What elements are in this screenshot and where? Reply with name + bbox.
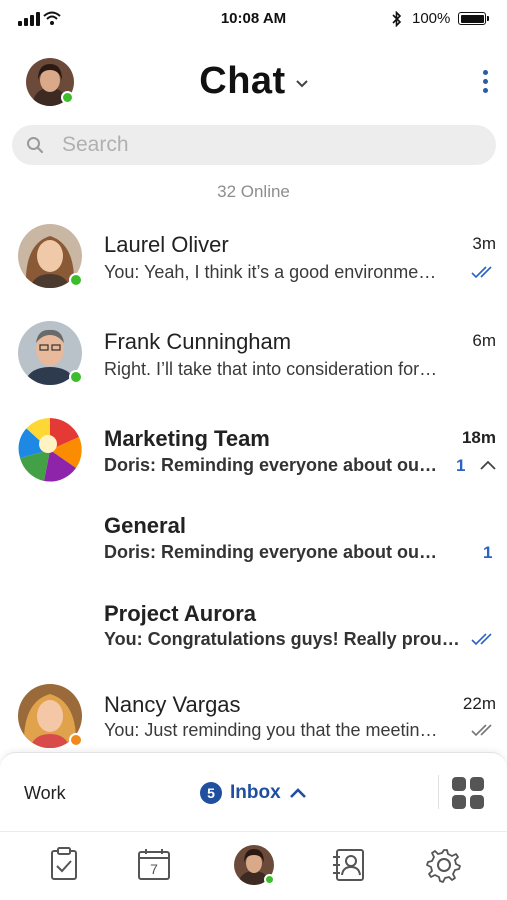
avatar — [18, 321, 83, 385]
chat-time: 3m — [472, 234, 496, 253]
chat-time: 18m — [461, 428, 496, 447]
presence-online — [69, 273, 83, 287]
unread-count: 1 — [456, 456, 466, 475]
bottom-panel: Work 5 Inbox 7 — [0, 752, 507, 900]
inbox-toggle[interactable]: 5 Inbox — [200, 780, 307, 806]
settings-icon[interactable] — [424, 845, 464, 885]
chat-row-nancy-vargas[interactable]: Nancy Vargas 22m You: Just reminding you… — [0, 682, 507, 762]
chat-preview: You: Yeah, I think it’s a good environme… — [104, 262, 437, 282]
presence-away — [69, 733, 83, 747]
online-count: 32 Online — [217, 182, 290, 201]
unread-count: 1 — [483, 543, 493, 562]
chat-row-frank-cunningham[interactable]: Frank Cunningham 6m Right. I’ll take tha… — [0, 319, 507, 399]
contacts-icon[interactable] — [328, 845, 368, 885]
chat-preview: You: Congratulations guys! Really proud… — [104, 629, 462, 649]
chat-name: Frank Cunningham — [104, 329, 292, 354]
battery-percent: 100% — [412, 10, 451, 27]
chevron-down-icon — [296, 80, 308, 88]
search-input[interactable] — [62, 125, 482, 165]
chat-row-laurel-oliver[interactable]: Laurel Oliver 3m You: Yeah, I think it’s… — [0, 222, 507, 302]
group-avatar — [18, 417, 82, 482]
read-receipt-icon — [471, 633, 492, 646]
presence-online — [264, 874, 275, 885]
chat-time: 22m — [462, 694, 496, 713]
chat-row-project-aurora[interactable]: Project Aurora You: Congratulations guys… — [0, 591, 507, 671]
bluetooth-icon — [392, 11, 402, 27]
workspace-label[interactable]: Work — [24, 783, 66, 804]
calendar-icon[interactable]: 7 — [134, 845, 174, 885]
app-grid-icon[interactable] — [452, 777, 486, 811]
collapse-chevron-up-icon[interactable] — [479, 459, 497, 471]
chat-name: Project Aurora — [104, 601, 257, 626]
divider — [0, 831, 507, 832]
status-bar: 10:08 AM 100% — [0, 0, 507, 38]
read-receipt-icon — [471, 266, 492, 279]
chat-preview: Right. I’ll take that into consideration… — [104, 359, 438, 379]
avatar — [18, 224, 83, 288]
battery-icon — [458, 12, 489, 25]
chat-name: Nancy Vargas — [104, 692, 241, 717]
tasks-icon[interactable] — [44, 845, 84, 885]
inbox-label: Inbox — [230, 782, 281, 803]
calendar-day: 7 — [150, 861, 158, 877]
group-avatar-image — [18, 417, 82, 482]
search-icon — [27, 137, 44, 154]
chat-row-general[interactable]: General Doris: Reminding everyone about … — [0, 503, 507, 583]
chat-preview: Doris: Reminding everyone about our… — [104, 455, 439, 475]
chevron-up-icon — [289, 788, 306, 798]
search-bar[interactable] — [12, 125, 496, 165]
page-title: Chat — [199, 60, 286, 102]
profile-avatar[interactable] — [234, 845, 275, 885]
more-options-icon[interactable] — [476, 70, 496, 96]
chat-row-marketing-team[interactable]: Marketing Team 18m Doris: Reminding ever… — [0, 416, 507, 496]
tab-bar: 7 — [0, 845, 507, 889]
title-switcher[interactable]: Chat — [0, 60, 507, 103]
avatar — [18, 684, 83, 748]
inbox-count-badge: 5 — [200, 782, 222, 804]
header: Chat — [0, 52, 507, 112]
chat-name: General — [104, 513, 186, 538]
divider — [438, 775, 439, 809]
chat-preview: You: Just reminding you that the meetin… — [104, 720, 438, 740]
chat-time: 6m — [472, 331, 496, 350]
chat-name: Marketing Team — [104, 426, 270, 451]
delivered-receipt-icon — [471, 724, 492, 737]
presence-online — [69, 370, 83, 384]
chat-name: Laurel Oliver — [104, 232, 229, 257]
chat-preview: Doris: Reminding everyone about our… — [104, 542, 439, 562]
